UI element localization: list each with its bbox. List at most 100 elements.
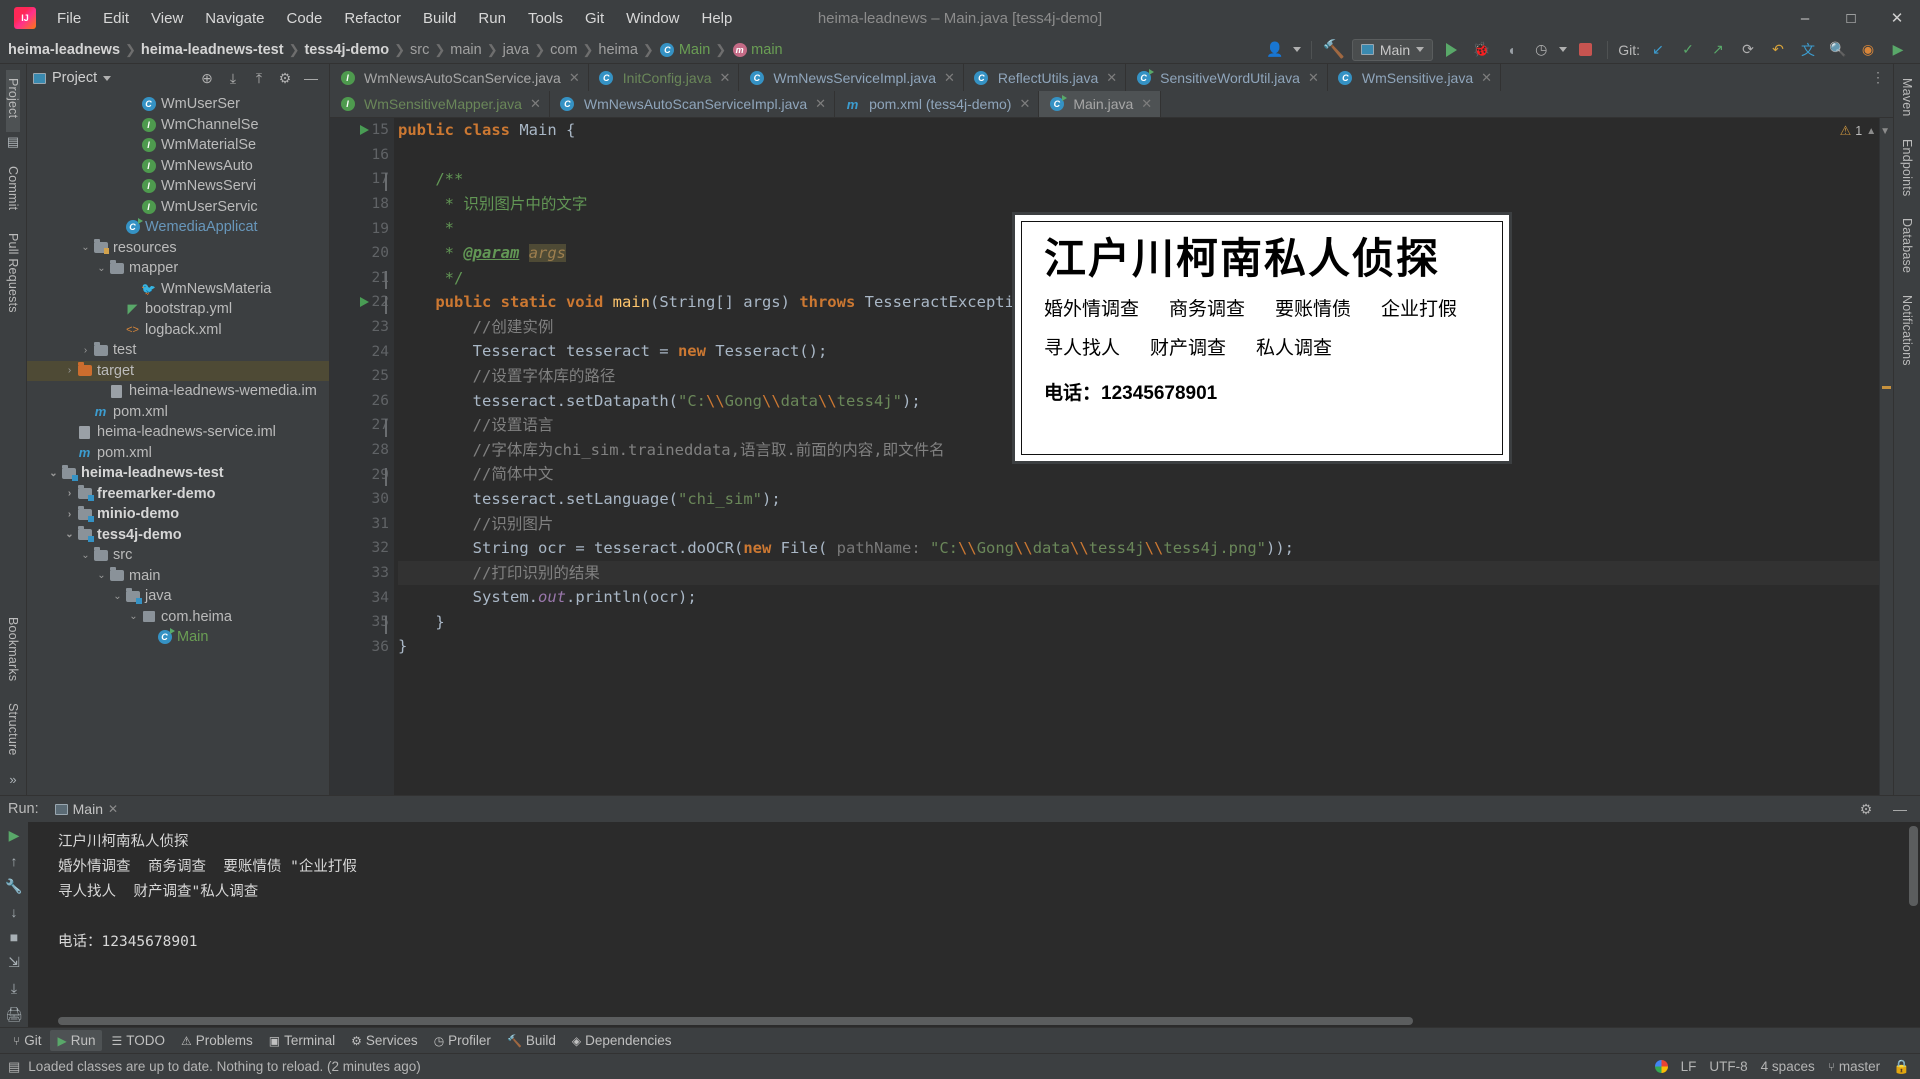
maximize-button[interactable]: □ [1828, 1, 1874, 35]
locate-icon[interactable]: ⊕ [195, 67, 219, 89]
code-line-29[interactable]: //简体中文 [398, 462, 1879, 487]
menu-refactor[interactable]: Refactor [333, 6, 412, 31]
settings-icon[interactable]: ⚙ [273, 67, 297, 89]
code-line-36[interactable]: } [398, 634, 1879, 659]
wrench-icon[interactable]: 🔧 [5, 878, 22, 895]
editor-gutter[interactable]: 1516171819202122232425262728293031323334… [330, 118, 394, 795]
gutter-line-34[interactable]: 34 [330, 585, 394, 610]
lock-icon[interactable]: 🔒 [1893, 1059, 1910, 1075]
gutter-line-18[interactable]: 18 [330, 192, 394, 217]
editor-tab-reflectutils-java[interactable]: CReflectUtils.java✕ [964, 64, 1126, 91]
debug-icon[interactable]: 🐞 [1469, 39, 1493, 61]
gutter-line-30[interactable]: 30 [330, 487, 394, 512]
gutter-line-22[interactable]: 22 [330, 290, 394, 315]
close-icon[interactable]: ✕ [569, 70, 580, 86]
history-icon[interactable]: ⟳ [1736, 39, 1760, 61]
chevron-down-icon[interactable]: ⌄ [79, 550, 92, 561]
code-line-31[interactable]: //识别图片 [398, 512, 1879, 537]
project-tree[interactable]: CWmUserSerIWmChannelSeIWmMaterialSeIWmNe… [27, 92, 329, 795]
editor-marker-strip[interactable] [1879, 118, 1893, 795]
chevron-down-icon[interactable]: ▼ [1880, 126, 1890, 137]
menu-build[interactable]: Build [412, 6, 467, 31]
tree-node-wmnewsmateria[interactable]: 🐦WmNewsMateria [27, 279, 329, 300]
run-gutter-icon[interactable] [360, 297, 369, 307]
chevron-down-icon[interactable]: ⌄ [95, 263, 108, 274]
git-update-icon[interactable]: ↙ [1646, 39, 1670, 61]
rail-notifications[interactable]: Notifications [1900, 287, 1914, 380]
menu-navigate[interactable]: Navigate [194, 6, 275, 31]
menu-help[interactable]: Help [691, 6, 744, 31]
editor-tab-pom-xml--tess4j-demo-[interactable]: mpom.xml (tess4j-demo)✕ [835, 91, 1039, 117]
close-icon[interactable]: ✕ [108, 802, 118, 816]
gutter-line-20[interactable]: 20 [330, 241, 394, 266]
git-branch[interactable]: ⑂ master [1828, 1059, 1880, 1074]
bottom-tab-services[interactable]: ⚙Services [344, 1030, 425, 1051]
build-hammer-icon[interactable]: 🔨 [1322, 39, 1346, 61]
editor-tab-wmnewsautoscanservice-java[interactable]: IWmNewsAutoScanService.java✕ [330, 64, 589, 91]
close-icon[interactable]: ✕ [815, 96, 826, 112]
google-icon[interactable] [1655, 1060, 1668, 1073]
tree-node-heima-leadnews-service-iml[interactable]: heima-leadnews-service.iml [27, 422, 329, 443]
code-line-35[interactable]: } [398, 610, 1879, 635]
bottom-tab-run[interactable]: ▶Run [50, 1030, 102, 1051]
code-line-30[interactable]: tesseract.setLanguage("chi_sim"); [398, 487, 1879, 512]
chevron-down-icon[interactable]: ⌄ [127, 611, 140, 622]
editor-tab-sensitivewordutil-java[interactable]: CSensitiveWordUtil.java✕ [1126, 64, 1328, 91]
scroll-down-icon[interactable]: ↓ [11, 904, 18, 920]
rail-maven[interactable]: Maven [1900, 70, 1914, 131]
plugin-icon[interactable]: ◉ [1856, 39, 1880, 61]
gutter-line-15[interactable]: 15 [330, 118, 394, 143]
breadcrumb-item-5[interactable]: java [503, 42, 530, 58]
menu-git[interactable]: Git [574, 6, 615, 31]
console-hscrollbar[interactable] [58, 1017, 1413, 1025]
tree-node-logback-xml[interactable]: <>logback.xml [27, 320, 329, 341]
gutter-line-33[interactable]: 33 [330, 561, 394, 586]
editor-tab-row-1[interactable]: IWmNewsAutoScanService.java✕CInitConfig.… [330, 64, 1893, 91]
gutter-line-16[interactable]: 16 [330, 143, 394, 168]
run-gutter-icon[interactable] [360, 125, 369, 135]
chevron-right-icon[interactable]: › [63, 488, 76, 499]
warning-marker[interactable] [1882, 386, 1891, 389]
breadcrumb-item-4[interactable]: main [450, 42, 481, 58]
menu-window[interactable]: Window [615, 6, 690, 31]
rerun-icon[interactable]: ▶ [9, 827, 20, 844]
translate-icon[interactable]: 文 [1796, 39, 1820, 61]
editor-tab-wmsensitive-java[interactable]: CWmSensitive.java✕ [1328, 64, 1501, 91]
editor-tab-wmsensitivemapper-java[interactable]: IWmSensitiveMapper.java✕ [330, 91, 550, 117]
tree-node-target[interactable]: ›target [27, 361, 329, 382]
chevron-down-icon[interactable]: ⌄ [95, 570, 108, 581]
hide-icon[interactable]: — [299, 67, 323, 89]
stop-icon[interactable] [1573, 39, 1597, 61]
tree-node-wmnewsauto[interactable]: IWmNewsAuto [27, 156, 329, 177]
run-console-output[interactable]: 江户川柯南私人侦探婚外情调查 商务调查 要账情债 "企业打假寻人找人 财产调查"… [28, 822, 1920, 1027]
menu-view[interactable]: View [140, 6, 194, 31]
breadcrumb-item-9[interactable]: main [751, 42, 782, 58]
bottom-tab-git[interactable]: ⑂Git [6, 1030, 48, 1051]
undo-icon[interactable]: ↶ [1766, 39, 1790, 61]
chevron-down-icon[interactable]: ⌄ [79, 242, 92, 253]
scroll-up-icon[interactable]: ↑ [11, 853, 18, 869]
breadcrumb-item-3[interactable]: src [410, 42, 429, 58]
chevron-down-icon[interactable]: ⌄ [63, 529, 76, 540]
settings-icon[interactable]: ⚙ [1854, 798, 1878, 820]
gutter-line-19[interactable]: 19 [330, 216, 394, 241]
close-icon[interactable]: ✕ [1019, 96, 1030, 112]
code-line-17[interactable]: /** [398, 167, 1879, 192]
breadcrumb-item-0[interactable]: heima-leadnews [8, 42, 120, 58]
breadcrumb-item-1[interactable]: heima-leadnews-test [141, 42, 284, 58]
chevron-down-icon[interactable] [103, 76, 111, 81]
chevron-down-icon[interactable]: ⌄ [47, 468, 60, 479]
bottom-tab-todo[interactable]: ☰TODO [104, 1030, 172, 1051]
scroll-end-icon[interactable]: ⤓ [11, 980, 17, 997]
collapse-all-icon[interactable]: ⤒ [247, 67, 271, 89]
gutter-line-26[interactable]: 26 [330, 389, 394, 414]
tree-node-main[interactable]: ⌄main [27, 566, 329, 587]
breadcrumb-item-8[interactable]: Main [679, 42, 710, 58]
tree-node-mapper[interactable]: ⌄mapper [27, 258, 329, 279]
expand-all-icon[interactable]: ⤓ [221, 67, 245, 89]
editor-tab-wmnewsserviceimpl-java[interactable]: CWmNewsServiceImpl.java✕ [739, 64, 964, 91]
profiler-icon[interactable]: ◷ [1529, 39, 1553, 61]
bottom-tab-problems[interactable]: ⚠Problems [174, 1030, 260, 1051]
run-coverage-icon[interactable]: ◖ [1499, 39, 1523, 61]
soft-wrap-icon[interactable]: ⇲ [8, 954, 20, 971]
